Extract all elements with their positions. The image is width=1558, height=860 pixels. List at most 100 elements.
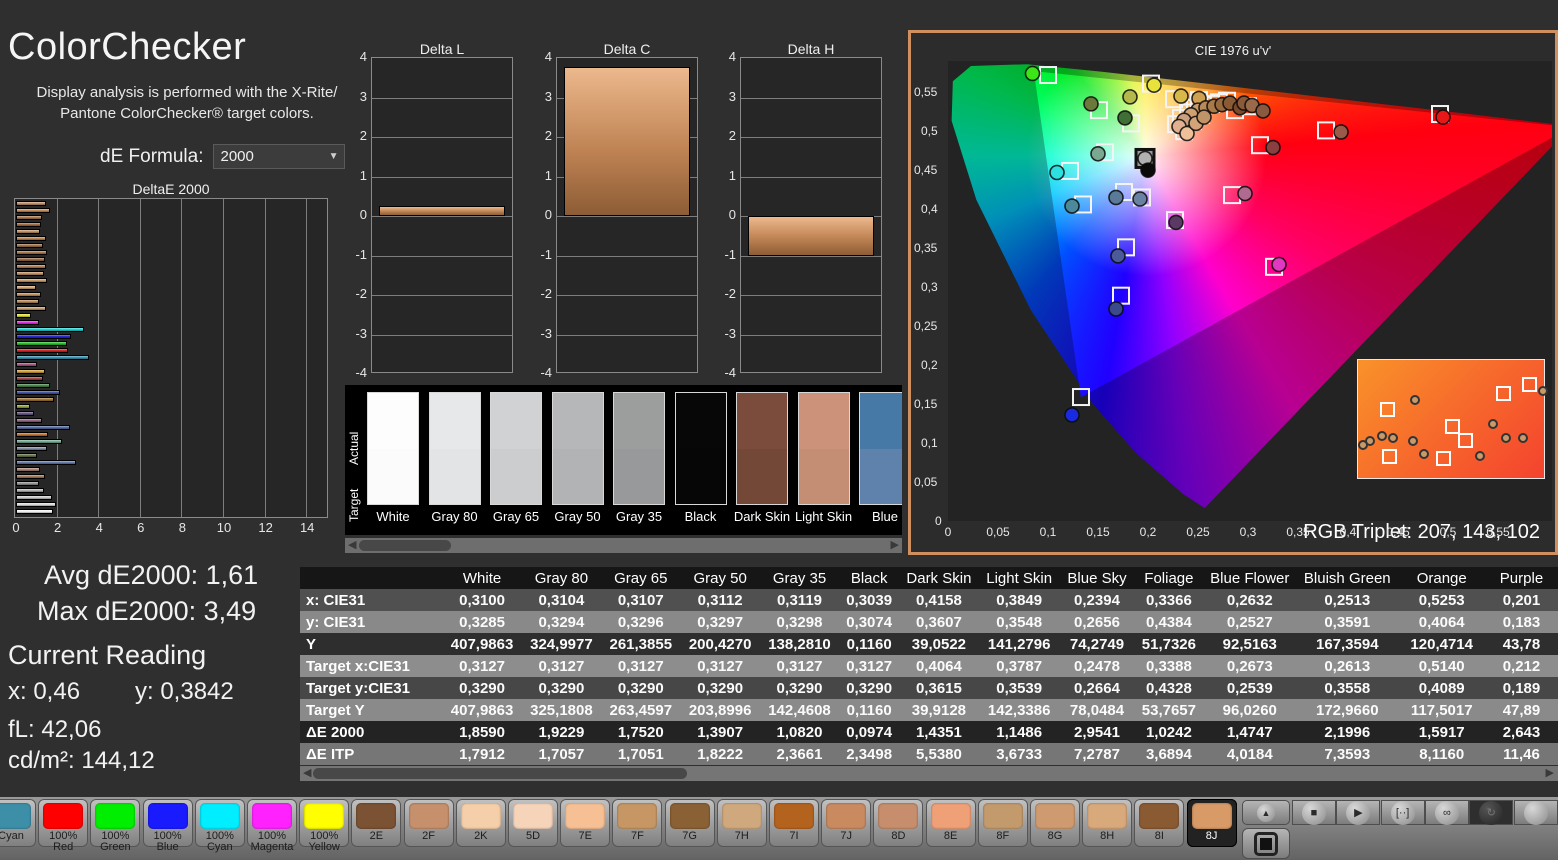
pattern-button-8j[interactable]: 8J bbox=[1187, 799, 1237, 847]
de-formula-label: dE Formula: bbox=[100, 146, 203, 168]
pattern-button-100-cyan[interactable]: 100% Cyan bbox=[195, 799, 245, 847]
cie-plot-area: RGB Triplet: 207, 143, 102 bbox=[948, 61, 1552, 521]
inset-measured-dot bbox=[1377, 431, 1387, 441]
pattern-button-7e[interactable]: 7E bbox=[560, 799, 610, 847]
pattern-button-100-red[interactable]: 100% Red bbox=[38, 799, 88, 847]
cell-value: 0,3127 bbox=[839, 655, 899, 677]
pattern-label: Cyan bbox=[0, 831, 36, 842]
table-scrollbar[interactable]: ◀ ▶ bbox=[300, 766, 1558, 781]
swatch-scroll-thumb[interactable] bbox=[359, 540, 451, 551]
y-tick-label: 4 bbox=[714, 49, 736, 64]
cell-value: 0,3607 bbox=[899, 611, 979, 633]
pattern-button-2e[interactable]: 2E bbox=[351, 799, 401, 847]
pattern-button-8i[interactable]: 8I bbox=[1134, 799, 1184, 847]
scroll-right-icon[interactable]: ▶ bbox=[1546, 767, 1554, 780]
pattern-label: 5D bbox=[508, 831, 558, 842]
pattern-button-8e[interactable]: 8E bbox=[926, 799, 976, 847]
pattern-label: 8F bbox=[978, 831, 1028, 842]
cell-value: 1,9229 bbox=[522, 721, 601, 743]
scroll-left-icon[interactable]: ◀ bbox=[303, 767, 311, 780]
cell-value: 0,4384 bbox=[1134, 611, 1203, 633]
deltae-bar bbox=[16, 362, 37, 367]
inset-target-square bbox=[1380, 402, 1395, 417]
cie-y-tick: 0,45 bbox=[914, 163, 937, 177]
pattern-button-7j[interactable]: 7J bbox=[821, 799, 871, 847]
measured-dot bbox=[1141, 163, 1155, 177]
cell-value: 2,3498 bbox=[839, 743, 899, 765]
cie-y-tick: 0,15 bbox=[914, 397, 937, 411]
gridline bbox=[557, 256, 697, 257]
swatch-strip-scrollbar[interactable]: ◀ ▶ bbox=[345, 538, 902, 553]
pattern-button-100-magenta[interactable]: 100% Magenta bbox=[247, 799, 297, 847]
pattern-chip bbox=[1035, 803, 1075, 829]
pattern-button-8f[interactable]: 8F bbox=[978, 799, 1028, 847]
pattern-button-2f[interactable]: 2F bbox=[404, 799, 454, 847]
pattern-button-2k[interactable]: 2K bbox=[456, 799, 506, 847]
gridline bbox=[372, 98, 512, 99]
col-header: Gray 65 bbox=[601, 567, 680, 589]
row-label: Target y:CIE31 bbox=[300, 677, 442, 699]
cell-value: 39,0522 bbox=[899, 633, 979, 655]
scroll-right-icon[interactable]: ▶ bbox=[891, 539, 899, 552]
blank-button[interactable] bbox=[1514, 800, 1558, 825]
pattern-button-100-yellow[interactable]: 100% Yellow bbox=[299, 799, 349, 847]
measured-dot bbox=[1256, 104, 1270, 118]
pattern-button-8g[interactable]: 8G bbox=[1030, 799, 1080, 847]
y-tick-label: 4 bbox=[530, 49, 552, 64]
cell-value: 1,7520 bbox=[601, 721, 680, 743]
pattern-button-cyan[interactable]: Cyan bbox=[0, 799, 36, 847]
cell-value: 0,2673 bbox=[1203, 655, 1296, 677]
colorchecker-screen: { "app": { "title": "ColorChecker", "des… bbox=[0, 0, 1558, 860]
de-formula-dropdown[interactable]: 2000 ▼ bbox=[213, 144, 345, 169]
measured-dot bbox=[1123, 90, 1137, 104]
stop-button[interactable]: ■ bbox=[1292, 800, 1336, 825]
inset-target-square bbox=[1522, 377, 1537, 392]
table-scroll-thumb[interactable] bbox=[313, 768, 687, 779]
refresh-button[interactable]: ↻ bbox=[1469, 800, 1513, 825]
scroll-left-icon[interactable]: ◀ bbox=[348, 539, 356, 552]
collapse-toolbar-button[interactable]: ▲ bbox=[1242, 800, 1290, 825]
pattern-button-7i[interactable]: 7I bbox=[769, 799, 819, 847]
table-row: Target y:CIE310,32900,32900,32900,32900,… bbox=[300, 677, 1558, 699]
infinity-button[interactable]: ∞ bbox=[1425, 800, 1469, 825]
inset-target-square bbox=[1445, 419, 1460, 434]
y-tick-label: 4 bbox=[345, 49, 367, 64]
bracket-dots-button[interactable]: [··] bbox=[1381, 800, 1425, 825]
pattern-button-7g[interactable]: 7G bbox=[665, 799, 715, 847]
gridline bbox=[741, 256, 881, 257]
deltae-bar bbox=[16, 411, 34, 416]
corner-cell bbox=[300, 567, 442, 589]
zoom-inset-box bbox=[1357, 359, 1545, 479]
pattern-button-5d[interactable]: 5D bbox=[508, 799, 558, 847]
window-mode-button[interactable] bbox=[1242, 828, 1290, 859]
cell-value: 0,5253 bbox=[1398, 589, 1484, 611]
deltae-bar bbox=[16, 383, 50, 388]
pattern-button-8d[interactable]: 8D bbox=[873, 799, 923, 847]
swatch-label: Blue bbox=[853, 509, 902, 524]
pattern-button-7f[interactable]: 7F bbox=[612, 799, 662, 847]
cell-value: 4,0184 bbox=[1203, 743, 1296, 765]
cie-x-tick: 0,5 bbox=[1440, 525, 1457, 539]
pattern-button-100-green[interactable]: 100% Green bbox=[90, 799, 140, 847]
cell-value: 0,2656 bbox=[1060, 611, 1135, 633]
pattern-chip bbox=[461, 803, 501, 829]
pattern-button-8h[interactable]: 8H bbox=[1082, 799, 1132, 847]
pattern-button-100-blue[interactable]: 100% Blue bbox=[143, 799, 193, 847]
x-tick-label: 12 bbox=[256, 520, 276, 535]
pattern-chip bbox=[826, 803, 866, 829]
deltae-bar bbox=[16, 460, 76, 465]
deltae-bar bbox=[16, 404, 30, 409]
max-de2000: Max dE2000: 3,49 bbox=[37, 596, 256, 627]
cell-value: 0,3591 bbox=[1296, 611, 1398, 633]
cell-value: 78,0484 bbox=[1060, 699, 1135, 721]
pattern-chip bbox=[670, 803, 710, 829]
y-tick-label: 0 bbox=[714, 207, 736, 222]
cie-y-tick: 0,4 bbox=[921, 202, 938, 216]
cell-value: 74,2749 bbox=[1060, 633, 1135, 655]
pattern-label: 7J bbox=[821, 831, 871, 842]
play-button[interactable]: ▶ bbox=[1336, 800, 1380, 825]
pattern-button-7h[interactable]: 7H bbox=[717, 799, 767, 847]
cie-y-tick: 0,2 bbox=[921, 358, 938, 372]
cell-value: 0,3388 bbox=[1134, 655, 1203, 677]
current-cdm2: cd/m²: 144,12 bbox=[8, 747, 155, 775]
